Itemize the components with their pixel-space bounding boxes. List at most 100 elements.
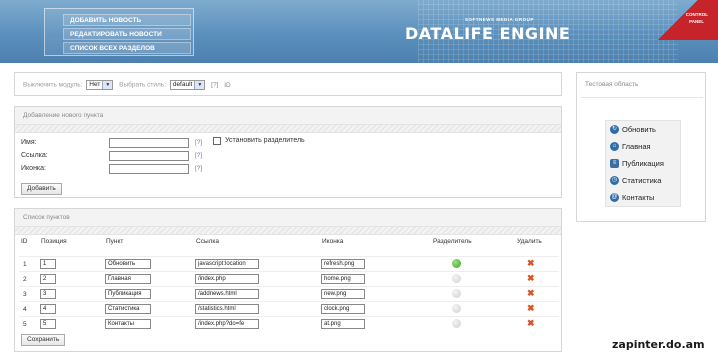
preview-item-label: Публикация [622, 159, 664, 168]
separator-checkbox[interactable] [213, 137, 221, 145]
col-header-item: Пункт [106, 238, 124, 245]
toolbar-row: Выключить модуль: Нет ▼ Выбрать стиль: d… [23, 80, 231, 90]
item-name-input[interactable]: Обновить [105, 259, 151, 269]
row-divider [19, 256, 559, 257]
item-name-input[interactable]: Статистика [105, 304, 151, 314]
list-panel-title: Список пунктов [15, 209, 561, 227]
style-value: default [172, 81, 193, 88]
preview-item-label: Контакты [622, 193, 655, 202]
save-button[interactable]: Сохранить [21, 334, 66, 346]
preview-item-statistics[interactable]: ◷ Статистика [606, 172, 680, 189]
add-item-panel: Добавление нового пункта Имя: [?] Устано… [14, 106, 562, 198]
delete-icon[interactable]: ✖ [527, 304, 535, 313]
module-toolbar: Выключить модуль: Нет ▼ Выбрать стиль: d… [14, 72, 562, 96]
at-icon: @ [610, 193, 619, 202]
style-label: Выбрать стиль: [119, 81, 167, 89]
icon-input[interactable] [109, 164, 189, 174]
row-id: 5 [23, 321, 27, 328]
chevron-down-icon: ▼ [194, 81, 205, 89]
preview-item-label: Статистика [622, 176, 662, 185]
col-header-position: Позиция [41, 238, 67, 245]
preview-item-label: Обновить [622, 125, 656, 134]
separator-label: Установить разделитель [225, 137, 305, 144]
icon-help-link[interactable]: [?] [195, 165, 202, 172]
item-name-input[interactable]: Контакты [105, 319, 151, 329]
add-button[interactable]: Добавить [21, 183, 62, 195]
nav-all-sections[interactable]: Список всех разделов [63, 42, 191, 54]
row-divider [19, 271, 559, 272]
position-input[interactable]: 1 [40, 259, 56, 269]
position-input[interactable]: 3 [40, 289, 56, 299]
preview-item-refresh[interactable]: ↻ Обновить [606, 121, 680, 138]
col-header-icon: Иконка [322, 238, 344, 245]
separator-toggle[interactable] [452, 259, 461, 268]
preview-menu: ↻ Обновить ⌂ Главная ≡ Публикация ◷ Стат… [605, 120, 681, 207]
nav-add-news[interactable]: Добавить новость [63, 14, 191, 26]
position-input[interactable]: 2 [40, 274, 56, 284]
home-icon: ⌂ [610, 142, 619, 151]
link-input[interactable]: /addnews.html [195, 289, 259, 299]
brand-logo: DATALIFE ENGINE [405, 24, 571, 43]
panel-stripe [15, 227, 561, 235]
row-id: 1 [23, 261, 27, 268]
icon-input[interactable]: clock.png [321, 304, 365, 314]
control-panel-corner: CONTROL PANEL [658, 0, 718, 40]
name-label: Имя: [21, 139, 37, 146]
chevron-down-icon: ▼ [102, 81, 113, 89]
refresh-icon: ↻ [610, 125, 619, 134]
style-select[interactable]: default ▼ [169, 80, 206, 90]
icon-input[interactable]: new.png [321, 289, 365, 299]
disable-module-select[interactable]: Нет ▼ [86, 80, 114, 90]
link-input[interactable]: /statistics.html [195, 304, 259, 314]
preview-item-home[interactable]: ⌂ Главная [606, 138, 680, 155]
position-input[interactable]: 4 [40, 304, 56, 314]
control-panel-label-2: PANEL [689, 19, 704, 24]
delete-icon[interactable]: ✖ [527, 289, 535, 298]
row-divider [19, 286, 559, 287]
row-id: 4 [23, 306, 27, 313]
link-input[interactable]: /index.php?do=fe [195, 319, 259, 329]
style-help-link[interactable]: [?] [211, 82, 218, 89]
link-label: Ссылка: [21, 152, 48, 159]
preview-item-contacts[interactable]: @ Контакты [606, 189, 680, 206]
delete-icon[interactable]: ✖ [527, 319, 535, 328]
icon-label: Иконка: [21, 165, 46, 172]
separator-toggle[interactable] [452, 304, 461, 313]
add-panel-title: Добавление нового пункта [15, 107, 561, 125]
col-header-separator: Разделитель [433, 238, 472, 245]
delete-icon[interactable]: ✖ [527, 259, 535, 268]
separator-toggle[interactable] [452, 274, 461, 283]
test-area-title: Тестовая область [585, 81, 639, 88]
link-help-link[interactable]: [?] [195, 152, 202, 159]
watermark: zapinter.do.am [612, 338, 705, 351]
clock-icon: ◷ [610, 176, 619, 185]
test-area-panel: Тестовая область ↻ Обновить ⌂ Главная ≡ … [576, 72, 706, 222]
divider [581, 97, 703, 98]
icon-input[interactable]: home.png [321, 274, 365, 284]
item-name-input[interactable]: Публикация [105, 289, 151, 299]
col-header-delete: Удалить [517, 238, 542, 245]
item-name-input[interactable]: Главная [105, 274, 151, 284]
link-input[interactable]: javascript:location [195, 259, 259, 269]
disable-module-value: Нет [89, 81, 101, 88]
separator-toggle[interactable] [452, 319, 461, 328]
preview-item-publish[interactable]: ≡ Публикация [606, 155, 680, 172]
icon-input[interactable]: at.png [321, 319, 365, 329]
items-list-panel: Список пунктов ID Позиция Пункт Ссылка И… [14, 208, 562, 352]
link-input[interactable]: /index.php [195, 274, 259, 284]
row-divider [19, 316, 559, 317]
position-input[interactable]: 5 [40, 319, 56, 329]
control-panel-label: CONTROL [685, 12, 708, 17]
link-input[interactable] [109, 151, 189, 161]
document-icon: ≡ [610, 159, 619, 168]
icon-input[interactable]: refresh.png [321, 259, 365, 269]
brand-subtitle: SOFTNEWS MEDIA GROUP [465, 17, 534, 22]
name-input[interactable] [109, 138, 189, 148]
separator-toggle[interactable] [452, 289, 461, 298]
col-header-link: Ссылка [196, 238, 220, 245]
name-help-link[interactable]: [?] [195, 139, 202, 146]
nav-edit-news[interactable]: Редактировать новости [63, 28, 191, 40]
delete-icon[interactable]: ✖ [527, 274, 535, 283]
col-header-id: ID [21, 238, 28, 245]
row-id: 3 [23, 291, 27, 298]
